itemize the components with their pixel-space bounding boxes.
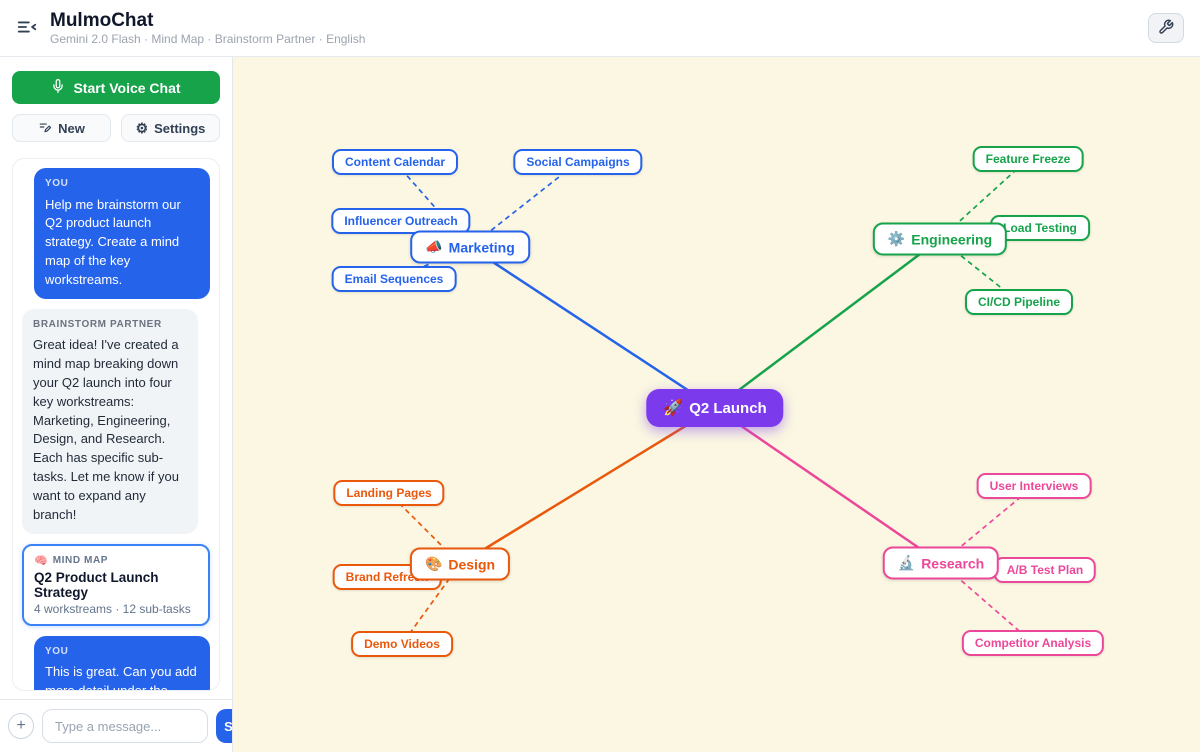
node-label: Competitor Analysis (975, 636, 1091, 650)
app-title: MulmoChat (50, 10, 365, 32)
node-label: Email Sequences (345, 272, 444, 286)
node-label: Landing Pages (346, 486, 431, 500)
q2-launch-icon: 🚀 (663, 398, 683, 418)
node-ci-cd-pipeline[interactable]: CI/CD Pipeline (965, 289, 1073, 315)
artifact-subtitle: 4 workstreams · 12 sub-tasks (34, 602, 198, 616)
node-demo-videos[interactable]: Demo Videos (351, 631, 453, 657)
marketing-icon: 📣 (425, 239, 442, 256)
node-social-campaigns[interactable]: Social Campaigns (513, 149, 642, 175)
node-user-interviews[interactable]: User Interviews (977, 473, 1092, 499)
node-content-calendar[interactable]: Content Calendar (332, 149, 458, 175)
artifact-type-label: MIND MAP (53, 555, 108, 566)
sidebar: Start Voice Chat New ⚙ Settings (0, 57, 233, 752)
research-icon: 🔬 (898, 555, 915, 572)
message-sender-label: BRAINSTORM PARTNER (33, 318, 187, 333)
node-q2-launch[interactable]: 🚀 Q2 Launch (646, 389, 783, 427)
node-label: Engineering (911, 231, 992, 247)
node-label: Influencer Outreach (344, 214, 457, 228)
message-sender-label: YOU (45, 645, 199, 660)
settings-button[interactable]: ⚙ Settings (121, 114, 220, 142)
sidebar-button-row: New ⚙ Settings (12, 114, 220, 142)
message-sender-label: YOU (45, 177, 199, 192)
node-label: Load Testing (1003, 221, 1077, 235)
message-text: Help me brainstorm our Q2 product launch… (45, 196, 199, 290)
node-feature-freeze[interactable]: Feature Freeze (973, 146, 1084, 172)
node-a-b-test-plan[interactable]: A/B Test Plan (994, 557, 1096, 583)
title-block: MulmoChat Gemini 2.0 Flash · Mind Map · … (50, 10, 365, 47)
node-label: Demo Videos (364, 637, 440, 651)
engineering-icon: ⚙️ (888, 231, 905, 248)
message-text: This is great. Can you add more detail u… (45, 663, 199, 691)
node-competitor-analysis[interactable]: Competitor Analysis (962, 630, 1104, 656)
message-text: Great idea! I've created a mind map brea… (33, 336, 187, 524)
gear-icon: ⚙ (136, 120, 149, 137)
new-chat-label: New (58, 121, 85, 136)
microphone-icon (51, 79, 65, 96)
node-label: Social Campaigns (526, 155, 629, 169)
app-header: MulmoChat Gemini 2.0 Flash · Mind Map · … (0, 0, 1200, 57)
node-label: Content Calendar (345, 155, 445, 169)
mindmap-artifact-card[interactable]: 🧠 MIND MAP Q2 Product Launch Strategy 4 wor… (22, 544, 210, 626)
node-engineering[interactable]: ⚙️ Engineering (873, 223, 1007, 256)
tools-button[interactable] (1148, 13, 1184, 43)
wrench-icon (1158, 19, 1174, 38)
node-label: A/B Test Plan (1007, 563, 1083, 577)
node-label: Research (921, 555, 984, 571)
assistant-message-bubble: BRAINSTORM PARTNER Great idea! I've creat… (22, 309, 198, 534)
node-label: Design (448, 556, 495, 572)
attach-button[interactable]: + (8, 713, 34, 739)
user-message-bubble: YOU This is great. Can you add more detai… (34, 636, 210, 691)
app-subtitle: Gemini 2.0 Flash · Mind Map · Brainstorm… (50, 32, 365, 46)
node-landing-pages[interactable]: Landing Pages (333, 480, 444, 506)
node-label: Feature Freeze (986, 152, 1071, 166)
node-email-sequences[interactable]: Email Sequences (332, 266, 457, 292)
design-icon: 🎨 (425, 556, 442, 573)
message-list[interactable]: YOU Help me brainstorm our Q2 product lau… (12, 158, 220, 691)
composer: + Send (0, 699, 232, 752)
send-button[interactable]: Send (216, 709, 233, 743)
new-chat-icon (38, 120, 52, 137)
mindmap-canvas[interactable]: Content Calendar Social Campaigns Influenc… (233, 57, 1200, 752)
node-label: Q2 Launch (689, 400, 767, 417)
node-label: CI/CD Pipeline (978, 295, 1060, 309)
artifact-label-row: 🧠 MIND MAP (34, 554, 198, 567)
node-label: Marketing (449, 239, 515, 255)
node-label: User Interviews (990, 479, 1079, 493)
message-input[interactable] (42, 709, 208, 743)
new-chat-button[interactable]: New (12, 114, 111, 142)
app-body: Start Voice Chat New ⚙ Settings (0, 57, 1200, 752)
brain-icon: 🧠 (34, 554, 48, 567)
sidebar-actions: Start Voice Chat New ⚙ Settings (0, 57, 232, 152)
node-marketing[interactable]: 📣 Marketing (410, 231, 530, 264)
mulmochat-app: MulmoChat Gemini 2.0 Flash · Mind Map · … (0, 0, 1200, 752)
settings-label: Settings (154, 121, 205, 136)
start-voice-chat-button[interactable]: Start Voice Chat (12, 71, 220, 104)
user-message-bubble: YOU Help me brainstorm our Q2 product lau… (34, 168, 210, 299)
mindmap-nodes: Content Calendar Social Campaigns Influenc… (233, 57, 1200, 752)
sidebar-collapse-icon (16, 16, 38, 41)
sidebar-collapse-button[interactable] (16, 16, 38, 41)
start-voice-chat-label: Start Voice Chat (73, 80, 180, 96)
artifact-title: Q2 Product Launch Strategy (34, 570, 198, 600)
node-research[interactable]: 🔬 Research (883, 547, 999, 580)
node-design[interactable]: 🎨 Design (410, 548, 510, 581)
